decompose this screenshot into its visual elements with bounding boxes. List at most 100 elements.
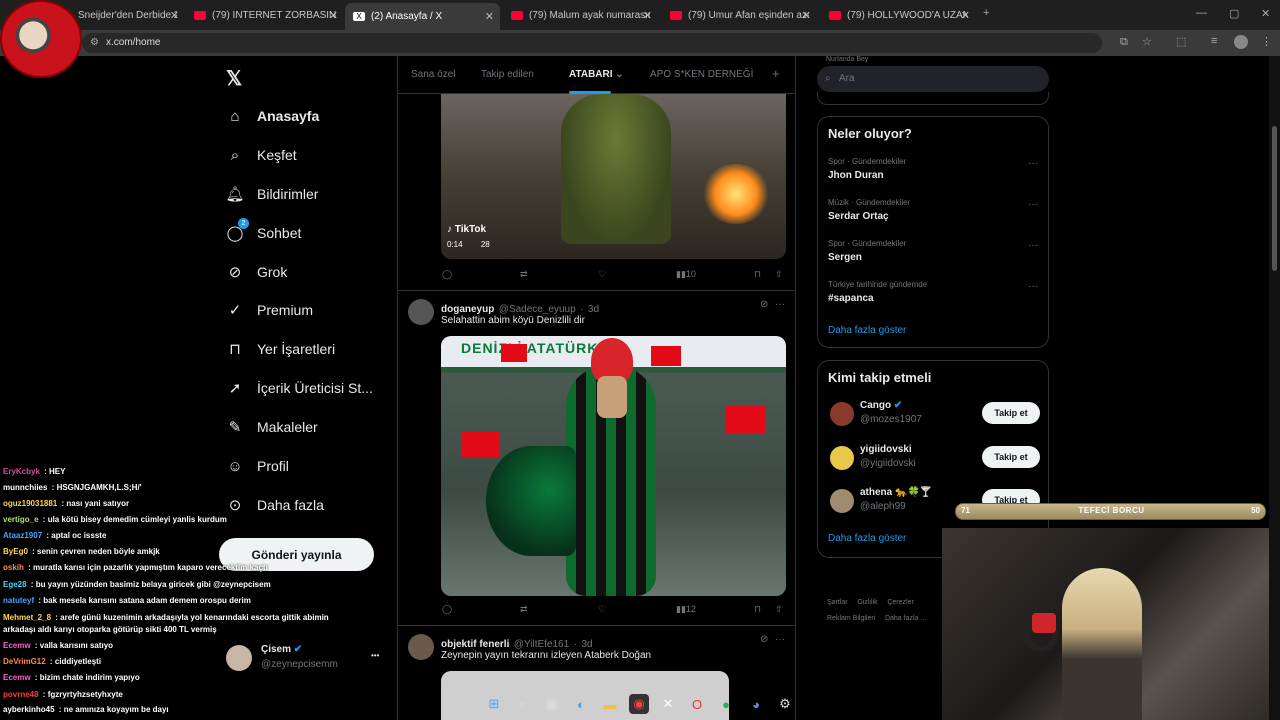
trend-more-icon[interactable]: ···	[1028, 240, 1038, 251]
avatar[interactable]	[408, 634, 434, 660]
trend-item[interactable]: #sapanca	[828, 293, 874, 304]
close-tab-icon[interactable]: ✕	[170, 9, 179, 22]
tab-following[interactable]: Takip edilen	[481, 69, 534, 80]
trend-more-icon[interactable]: ···	[1028, 281, 1038, 292]
post-more-icon[interactable]: ···	[775, 634, 785, 645]
like-icon[interactable]: ♡	[598, 604, 606, 615]
like-icon[interactable]: ♡	[598, 269, 606, 280]
bookmark-star-icon[interactable]: ☆	[1142, 35, 1152, 48]
repost-icon[interactable]: ⇄	[520, 604, 528, 615]
sidebar-item-profile[interactable]: ☺ Profil	[226, 454, 289, 478]
bookmark-icon[interactable]: ⊓	[754, 269, 761, 280]
post-video[interactable]: ♪ TikTok 0:14 28	[441, 94, 786, 259]
premium-icon: ✓	[228, 302, 242, 319]
new-tab-button[interactable]: +	[983, 7, 989, 19]
sidebar-item-grok[interactable]: ⊘ Grok	[226, 260, 288, 284]
site-info-icon[interactable]: ⚙	[90, 33, 99, 53]
sidebar-item-articles[interactable]: ✎ Makaleler	[226, 415, 318, 439]
search-input[interactable]: ⌕ Ara	[817, 66, 1049, 92]
browser-tab-active[interactable]: X (2) Anasayfa / X ✕	[345, 3, 500, 30]
avatar[interactable]	[408, 299, 434, 325]
trend-more-icon[interactable]: ···	[1028, 199, 1038, 210]
browser-tab[interactable]: (79) İNTERNET ZORBASINA SOL✕	[186, 4, 344, 26]
close-tab-icon[interactable]: ✕	[643, 9, 652, 22]
trend-more-icon[interactable]: ···	[1028, 158, 1038, 169]
task-view-icon[interactable]: ▣	[542, 694, 562, 714]
reply-icon[interactable]: ◯	[442, 269, 452, 280]
menu-icon[interactable]: ⋮	[1261, 35, 1272, 48]
youtube-icon	[511, 10, 523, 20]
sidebar-item-notifications[interactable]: 🔔︎ Bildirimler	[225, 182, 318, 206]
follow-button[interactable]: Takip et	[982, 446, 1040, 468]
account-switcher[interactable]: Çisem ✔ @zeynepcisemm •••	[226, 641, 386, 677]
bookmark-icon[interactable]: ⊓	[754, 604, 761, 615]
close-window-icon[interactable]: ✕	[1261, 7, 1270, 20]
windows-start-icon[interactable]: ⊞	[484, 694, 504, 714]
media-controls-icon[interactable]: ≡	[1211, 35, 1217, 47]
close-tab-icon[interactable]: ✕	[961, 9, 970, 22]
post-more-icon[interactable]: ···	[775, 299, 785, 310]
tab-for-you[interactable]: Sana özel	[411, 69, 455, 80]
close-tab-icon[interactable]: ✕	[485, 10, 494, 23]
browser-tab[interactable]: (79) HOLLYWOOD'A UZANAN Y✕	[821, 4, 976, 26]
sidebar-item-bookmarks[interactable]: ⊓ Yer İşaretleri	[226, 337, 335, 361]
install-app-icon[interactable]: ⧉	[1120, 36, 1128, 49]
file-explorer-icon[interactable]: ▬	[600, 694, 620, 714]
grok-analyze-icon[interactable]: ⊘	[760, 634, 768, 645]
settings-icon[interactable]: ⚙	[775, 694, 795, 714]
opera-icon[interactable]: O	[687, 694, 707, 714]
share-icon[interactable]: ⇧	[775, 604, 783, 615]
x-logo-icon[interactable]: 𝕏	[226, 66, 242, 91]
suggested-user[interactable]: Cango ✔ @mozes1907 Takip et	[828, 400, 1040, 430]
browser-tab[interactable]: (79) Umur Afan eşinden azar yi✕	[662, 4, 817, 26]
page-scrollbar[interactable]	[1269, 56, 1280, 720]
tab-list[interactable]: APO S*KEN DERNEĞİ	[650, 69, 753, 80]
sidebar-item-more[interactable]: ⊙ Daha fazla	[226, 493, 324, 517]
reply-icon[interactable]: ◯	[442, 604, 452, 615]
browser-tab[interactable]: Sneijder'den Derbide 2 ✕	[70, 4, 185, 26]
discord-icon[interactable]: ◕	[746, 694, 766, 714]
sidebar-item-premium[interactable]: ✓ Premium	[226, 298, 313, 322]
sidebar-item-chat[interactable]: ◯ 2 Sohbet	[226, 218, 301, 245]
share-icon[interactable]: ⇧	[775, 269, 783, 280]
chrome-icon[interactable]: ◉	[629, 694, 649, 714]
sidebar-item-explore[interactable]: ⌕ Keşfet	[226, 143, 297, 167]
who-show-more-link[interactable]: Daha fazla göster	[828, 533, 906, 544]
chat-text: aptal oc issste	[51, 531, 107, 540]
close-tab-icon[interactable]: ✕	[329, 9, 338, 22]
minimize-icon[interactable]: —	[1196, 7, 1207, 19]
main-feed: Sana özel Takip edilen ATABARI ⌄ APO S*K…	[397, 56, 796, 720]
post-image[interactable]: DENİZLİ ATATÜRK	[441, 336, 786, 596]
close-tab-icon[interactable]: ✕	[802, 9, 811, 22]
views-stat[interactable]: ▮▮ 10	[676, 269, 696, 280]
repost-icon[interactable]: ⇄	[520, 269, 528, 280]
trends-show-more-link[interactable]: Daha fazla göster	[828, 325, 906, 336]
grok-analyze-icon[interactable]: ⊘	[760, 299, 768, 310]
browser-tab[interactable]: (79) Malum ayak numarasına kı✕	[503, 4, 658, 26]
trend-item[interactable]: Serdar Ortaç	[828, 211, 889, 222]
add-tab-button[interactable]: +	[772, 66, 780, 81]
suggested-user[interactable]: yigiidovski @yigiidovski Takip et	[828, 444, 1040, 474]
follow-button[interactable]: Takip et	[982, 402, 1040, 424]
windows-taskbar: ⊞ ⌕ ▣ ◐ ▬ ◉ ✕ O ● ◕ ⚙	[470, 690, 810, 720]
trend-item[interactable]: Jhon Duran	[828, 170, 884, 181]
account-name: Çisem ✔	[261, 644, 303, 655]
tiktok-watermark: ♪ TikTok	[447, 224, 487, 235]
address-bar[interactable]: ⚙ x.com/home	[82, 33, 1102, 53]
account-more-icon[interactable]: •••	[371, 651, 379, 660]
profile-avatar[interactable]	[1234, 35, 1248, 49]
extensions-icon[interactable]: ⬚	[1176, 35, 1186, 48]
scrollbar-thumb[interactable]	[1272, 126, 1277, 271]
trend-item[interactable]: Sergen	[828, 252, 862, 263]
search-icon[interactable]: ⌕	[513, 694, 533, 714]
goal-title: TEFECİ BORCU	[1078, 506, 1145, 515]
spotify-icon[interactable]: ●	[716, 694, 736, 714]
sidebar-item-creator-studio[interactable]: ➚ İçerik Üreticisi St...	[226, 376, 373, 400]
x-app-icon[interactable]: ✕	[658, 694, 678, 714]
views-stat[interactable]: ▮▮ 12	[676, 604, 696, 615]
tab-atabari[interactable]: ATABARI ⌄	[569, 69, 624, 80]
edge-icon[interactable]: ◐	[571, 694, 591, 714]
sidebar-item-home[interactable]: ⌂ Anasayfa	[226, 104, 319, 128]
maximize-icon[interactable]: ▢	[1229, 7, 1239, 20]
footer-links: Şartlar Gizlilik Çerezler	[827, 599, 914, 606]
